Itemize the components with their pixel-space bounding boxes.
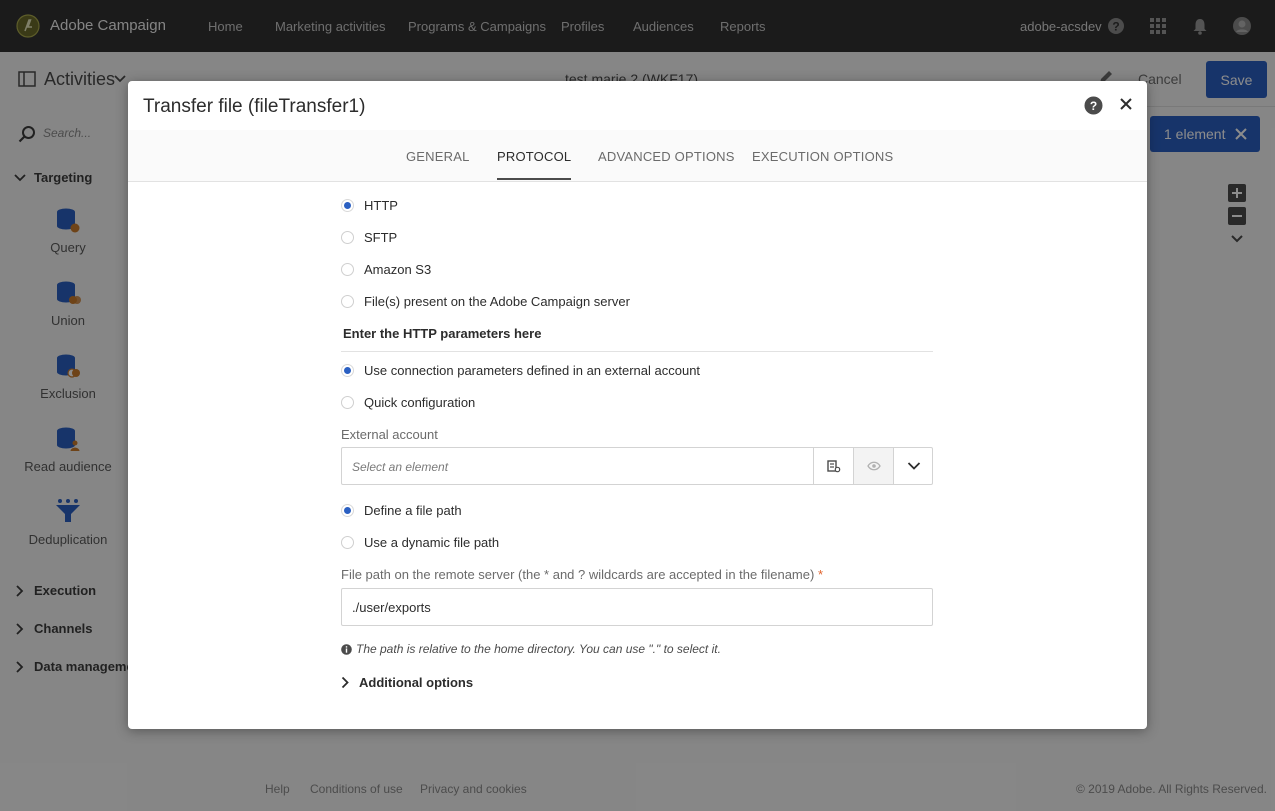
tab-protocol[interactable]: PROTOCOL (497, 149, 572, 180)
radio-label: Define a file path (364, 503, 462, 518)
radio-sftp[interactable]: SFTP (341, 230, 397, 245)
additional-options-toggle[interactable]: Additional options (341, 675, 473, 690)
tab-execution-options[interactable]: EXECUTION OPTIONS (752, 149, 893, 164)
help-icon[interactable]: ? (1084, 96, 1103, 115)
tab-advanced-options[interactable]: ADVANCED OPTIONS (598, 149, 735, 164)
chevron-right-icon (341, 676, 349, 689)
tab-general[interactable]: GENERAL (406, 149, 470, 164)
radio-button[interactable] (341, 231, 354, 244)
radio-button[interactable] (341, 364, 354, 377)
preview-button[interactable] (853, 448, 894, 484)
close-icon[interactable] (1119, 97, 1133, 111)
file-path-input[interactable]: ./user/exports (341, 588, 933, 626)
radio-label: File(s) present on the Adobe Campaign se… (364, 294, 630, 309)
external-account-select[interactable]: Select an element (341, 447, 933, 485)
eye-icon (867, 461, 881, 471)
radio-label: Quick configuration (364, 395, 476, 410)
radio-button[interactable] (341, 263, 354, 276)
dialog-tabs: GENERAL PROTOCOL ADVANCED OPTIONS EXECUT… (128, 130, 1147, 182)
hint-text: The path is relative to the home directo… (356, 642, 721, 656)
radio-external-account[interactable]: Use connection parameters defined in an … (341, 363, 700, 378)
radio-label: Use a dynamic file path (364, 535, 500, 550)
svg-text:?: ? (1090, 99, 1097, 113)
radio-http[interactable]: HTTP (341, 198, 398, 213)
file-path-label: File path on the remote server (the * an… (341, 567, 823, 582)
dialog-header: Transfer file (fileTransfer1) ? (128, 81, 1147, 131)
dropdown-toggle[interactable] (893, 448, 933, 484)
additional-options-label: Additional options (359, 675, 474, 690)
required-mark: * (817, 567, 823, 582)
radio-label: Use connection parameters defined in an … (364, 363, 701, 378)
file-path-label-text: File path on the remote server (the * an… (341, 567, 815, 582)
dialog-title: Transfer file (fileTransfer1) (143, 96, 366, 117)
transfer-file-dialog: Transfer file (fileTransfer1) ? GENERAL … (128, 81, 1147, 729)
browse-folder-icon (827, 460, 841, 473)
radio-amazon-s3[interactable]: Amazon S3 (341, 262, 431, 277)
browse-button[interactable] (813, 448, 854, 484)
file-path-hint: The path is relative to the home directo… (341, 642, 721, 656)
radio-button[interactable] (341, 504, 354, 517)
radio-label: SFTP (364, 230, 398, 245)
radio-dynamic-file-path[interactable]: Use a dynamic file path (341, 535, 499, 550)
section-divider (341, 351, 933, 352)
radio-button[interactable] (341, 536, 354, 549)
radio-button[interactable] (341, 199, 354, 212)
radio-files-on-server[interactable]: File(s) present on the Adobe Campaign se… (341, 294, 630, 309)
radio-label: Amazon S3 (364, 262, 432, 277)
http-section-title: Enter the HTTP parameters here (343, 326, 542, 341)
radio-quick-configuration[interactable]: Quick configuration (341, 395, 475, 410)
external-account-label: External account (341, 427, 438, 442)
radio-button[interactable] (341, 396, 354, 409)
select-placeholder: Select an element (352, 460, 449, 474)
radio-button[interactable] (341, 295, 354, 308)
chevron-down-icon (907, 462, 920, 470)
info-icon (341, 643, 352, 655)
radio-label: HTTP (364, 198, 398, 213)
radio-define-file-path[interactable]: Define a file path (341, 503, 462, 518)
